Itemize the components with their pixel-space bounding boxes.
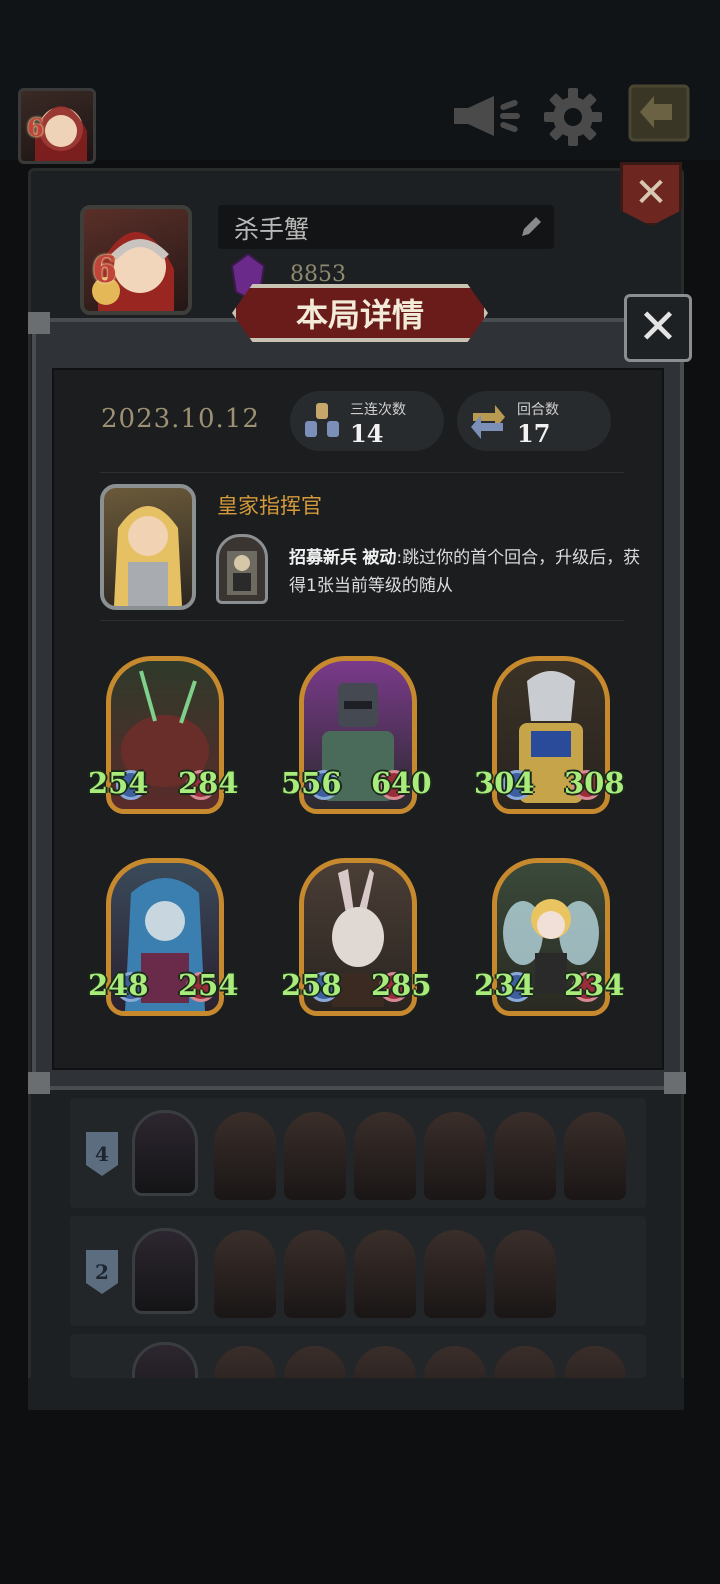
unit-attack: 556	[281, 766, 342, 800]
divider	[100, 472, 624, 473]
profile-level: 6	[92, 249, 118, 291]
stat-label: 回合数	[517, 402, 559, 418]
history-row[interactable]: 2	[70, 1216, 646, 1326]
round-count-stat: 回合数 17	[457, 391, 611, 451]
hero-art	[114, 506, 182, 606]
unit-attack: 304	[474, 766, 535, 800]
unit-attack: 254	[88, 766, 149, 800]
unit-card[interactable]: 254 284	[88, 656, 239, 816]
hero-portrait[interactable]	[100, 484, 196, 610]
unit-thumb	[214, 1112, 276, 1200]
unit-card[interactable]: 248 254	[88, 858, 239, 1018]
unit-attack: 248	[88, 968, 149, 1002]
stat-value: 14	[350, 419, 384, 448]
frame-corner	[664, 1072, 686, 1094]
unit-thumb	[284, 1346, 346, 1378]
history-row[interactable]	[70, 1334, 646, 1378]
frame-corner	[28, 312, 50, 334]
unit-health: 308	[564, 766, 625, 800]
divider	[100, 620, 624, 621]
hero-skill-icon[interactable]	[216, 534, 268, 604]
unit-health: 254	[178, 968, 239, 1002]
unit-thumb	[564, 1112, 626, 1200]
stat-label: 三连次数	[350, 402, 406, 418]
hero-portrait	[132, 1110, 198, 1196]
triple-icon	[305, 403, 339, 437]
hero-skill-description: 招募新兵 被动:跳过你的首个回合，升级后，获得1张当前等级的随从	[289, 544, 649, 600]
edit-pencil-icon[interactable]	[518, 214, 544, 240]
dialog-title: 本局详情	[295, 296, 424, 334]
hero-portrait	[132, 1228, 198, 1314]
refresh-icon	[471, 405, 505, 439]
skill-type: 被动	[362, 548, 397, 568]
unit-thumb	[214, 1346, 276, 1378]
megaphone-icon[interactable]	[450, 90, 522, 142]
top-bar	[0, 0, 720, 160]
rank-badge: 4	[86, 1132, 118, 1176]
history-row[interactable]: 4	[70, 1098, 646, 1208]
unit-health: 234	[564, 968, 625, 1002]
unit-card[interactable]: 258 285	[281, 858, 432, 1018]
unit-thumb	[214, 1230, 276, 1318]
unit-card[interactable]: 556 640	[281, 656, 432, 816]
player-level: 6	[27, 113, 44, 142]
unit-thumb	[354, 1112, 416, 1200]
hero-name: 皇家指挥官	[217, 494, 322, 518]
unit-thumb	[354, 1230, 416, 1318]
unit-thumb	[354, 1346, 416, 1378]
unit-thumb	[424, 1230, 486, 1318]
recruit-icon	[227, 551, 257, 595]
player-avatar-button[interactable]: 6	[18, 88, 96, 164]
unit-thumb	[284, 1230, 346, 1318]
unit-attack: 258	[281, 968, 342, 1002]
frame-corner	[28, 1072, 50, 1094]
close-icon: ✕	[634, 170, 668, 216]
close-icon: ✕	[637, 299, 679, 355]
unit-thumb	[494, 1112, 556, 1200]
unit-thumb	[424, 1112, 486, 1200]
unit-thumb	[424, 1346, 486, 1378]
stat-value: 17	[517, 419, 551, 448]
dialog-close-button[interactable]: ✕	[624, 294, 692, 362]
player-name: 杀手蟹	[234, 215, 310, 244]
skill-name: 招募新兵	[289, 548, 357, 568]
triple-count-stat: 三连次数 14	[290, 391, 444, 451]
unit-health: 640	[371, 766, 432, 800]
match-date: 2023.10.12	[101, 404, 260, 434]
exit-icon[interactable]	[628, 84, 690, 142]
player-score: 8853	[290, 262, 346, 287]
profile-avatar: 6	[80, 205, 192, 315]
unit-thumb	[564, 1346, 626, 1378]
hero-portrait	[132, 1342, 198, 1378]
unit-thumb	[494, 1346, 556, 1378]
unit-card[interactable]: 234 234	[474, 858, 625, 1018]
unit-health: 284	[178, 766, 239, 800]
unit-thumb	[284, 1112, 346, 1200]
panel-bottom	[28, 1378, 684, 1410]
unit-thumb	[494, 1230, 556, 1318]
rank-badge: 2	[86, 1250, 118, 1294]
gear-icon[interactable]	[542, 86, 604, 148]
unit-health: 285	[371, 968, 432, 1002]
unit-attack: 234	[474, 968, 535, 1002]
unit-card[interactable]: 304 308	[474, 656, 625, 816]
